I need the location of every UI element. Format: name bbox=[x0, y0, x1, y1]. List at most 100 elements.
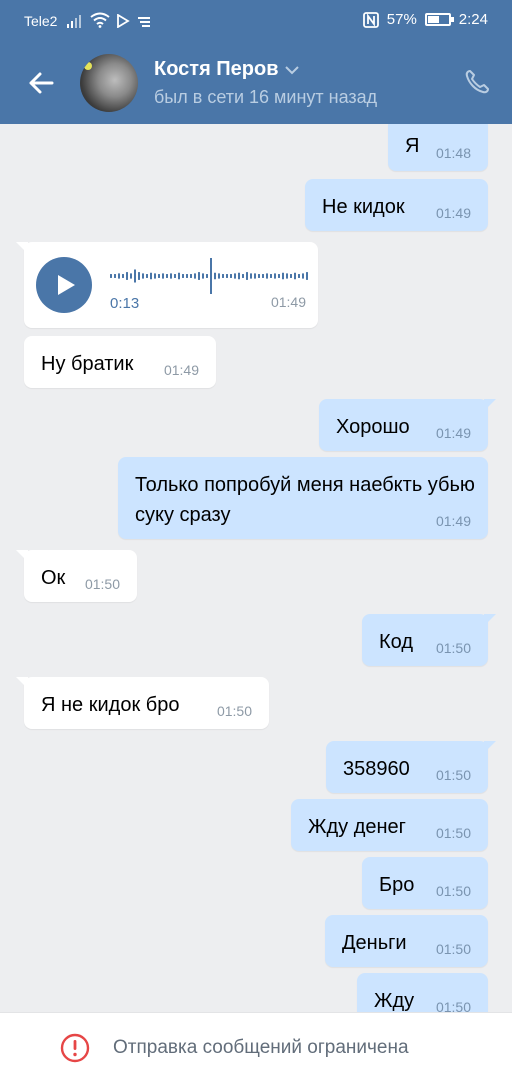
waveform-bar bbox=[278, 274, 280, 278]
waveform-bar bbox=[282, 272, 284, 280]
message-text: 358960 bbox=[343, 758, 410, 780]
message-text: Деньги bbox=[342, 932, 407, 954]
message-time: 01:50 bbox=[435, 941, 471, 957]
waveform-bar bbox=[158, 274, 160, 278]
voice-message[interactable]: 0:13 01:49 bbox=[16, 242, 318, 328]
waveform-bar bbox=[150, 272, 152, 280]
message-text: Жду денег bbox=[308, 816, 406, 838]
waveform-bar bbox=[298, 274, 300, 278]
message-time: 01:50 bbox=[435, 767, 471, 783]
nfc-icon bbox=[362, 11, 379, 28]
waveform-bar bbox=[178, 272, 180, 280]
message-time: 01:50 bbox=[435, 825, 471, 841]
message-outgoing[interactable]: Деньги 01:50 bbox=[325, 915, 488, 967]
waveform-bar bbox=[142, 273, 144, 279]
status-icons-right: 57% 2:24 bbox=[362, 11, 488, 28]
message-outgoing[interactable]: Бро 01:50 bbox=[362, 857, 488, 909]
message-incoming[interactable]: Ок 01:50 bbox=[16, 550, 137, 602]
waveform-bar bbox=[234, 273, 236, 279]
message-incoming[interactable]: Я не кидок бро 01:50 bbox=[16, 677, 269, 729]
waveform-bar bbox=[182, 274, 184, 278]
waveform-bar bbox=[162, 273, 164, 279]
restriction-message: Отправка сообщений ограничена bbox=[113, 1037, 409, 1058]
waveform-bar bbox=[202, 273, 204, 279]
message-outgoing[interactable]: Жду 01:50 bbox=[357, 973, 488, 1012]
message-outgoing[interactable]: Жду денег 01:50 bbox=[291, 799, 488, 851]
battery-icon bbox=[424, 13, 454, 26]
input-restricted-bar: Отправка сообщений ограничена bbox=[0, 1012, 512, 1080]
bubble-tail bbox=[484, 614, 496, 626]
message-outgoing[interactable]: Я 01:48 bbox=[388, 124, 488, 171]
bubble-tail bbox=[16, 550, 28, 562]
message-text: Ок bbox=[41, 567, 66, 589]
carrier-label: Tele2 bbox=[24, 13, 58, 29]
waveform-bar bbox=[302, 273, 304, 279]
waveform-bar bbox=[198, 272, 200, 280]
message-outgoing[interactable]: Не кидок 01:49 bbox=[305, 179, 488, 231]
chevron-down-icon bbox=[284, 65, 299, 74]
message-text: Бро bbox=[379, 874, 415, 896]
data-saver-icon bbox=[138, 17, 150, 27]
message-text: Ну братик bbox=[41, 353, 134, 375]
waveform-bar bbox=[134, 269, 136, 283]
message-time: 01:50 bbox=[435, 999, 471, 1012]
warning-circle-icon bbox=[60, 1033, 90, 1063]
waveform-bar bbox=[190, 274, 192, 278]
message-time: 01:50 bbox=[435, 640, 471, 656]
online-dot bbox=[84, 62, 92, 70]
waveform-bar bbox=[194, 273, 196, 279]
message-text: Код bbox=[379, 631, 414, 653]
play-store-icon bbox=[117, 14, 130, 28]
waveform-bar bbox=[306, 272, 308, 280]
waveform-bar bbox=[242, 274, 244, 278]
message-text: Я bbox=[405, 135, 420, 157]
bubble-tail bbox=[16, 242, 28, 254]
battery-percent: 57% bbox=[386, 11, 417, 28]
message-outgoing[interactable]: 358960 01:50 bbox=[326, 741, 496, 793]
waveform-bar bbox=[222, 274, 224, 278]
contact-name[interactable]: Костя Перов bbox=[154, 58, 299, 81]
waveform-bar bbox=[250, 273, 252, 279]
message-time: 01:49 bbox=[435, 425, 471, 441]
waveform-bar bbox=[138, 272, 140, 280]
waveform[interactable] bbox=[110, 254, 308, 294]
waveform-bar bbox=[238, 272, 240, 280]
message-time: 01:50 bbox=[216, 703, 252, 719]
message-outgoing[interactable]: Хорошо 01:49 bbox=[319, 399, 496, 451]
message-time: 01:50 bbox=[435, 883, 471, 899]
signal-icon bbox=[67, 15, 81, 28]
message-outgoing[interactable]: Только попробуй меня наебкть убью суку с… bbox=[118, 457, 488, 539]
waveform-bar bbox=[270, 274, 272, 278]
message-time: 01:49 bbox=[435, 205, 471, 221]
play-icon[interactable] bbox=[36, 257, 92, 313]
message-time: 01:49 bbox=[163, 362, 199, 378]
message-outgoing[interactable]: Код 01:50 bbox=[362, 614, 496, 666]
wifi-icon bbox=[90, 12, 110, 28]
message-time: 01:50 bbox=[84, 576, 120, 592]
waveform-bar bbox=[110, 274, 112, 278]
voice-duration: 0:13 bbox=[110, 295, 140, 312]
waveform-bar bbox=[154, 273, 156, 279]
waveform-bar bbox=[166, 274, 168, 278]
message-time: 01:49 bbox=[270, 294, 306, 310]
waveform-bar bbox=[186, 274, 188, 278]
bubble-tail bbox=[484, 741, 496, 753]
waveform-bar bbox=[122, 274, 124, 278]
waveform-bar bbox=[274, 273, 276, 279]
waveform-bar bbox=[266, 273, 268, 279]
avatar[interactable] bbox=[80, 54, 138, 112]
waveform-bar bbox=[254, 273, 256, 279]
waveform-bar bbox=[258, 274, 260, 278]
waveform-bar bbox=[206, 274, 208, 278]
phone-icon[interactable] bbox=[464, 69, 490, 95]
message-incoming[interactable]: Ну братик 01:49 bbox=[24, 336, 216, 388]
contact-name-text: Костя Перов bbox=[154, 58, 279, 80]
waveform-bar bbox=[174, 274, 176, 278]
message-list[interactable]: Я 01:48 Не кидок 01:49 0:13 01:49 Ну бра… bbox=[0, 124, 512, 1012]
message-text: Хорошо bbox=[336, 416, 410, 438]
status-bar: Tele2 57% 2:24 bbox=[0, 0, 512, 42]
clock: 2:24 bbox=[458, 11, 488, 28]
message-time: 01:48 bbox=[435, 145, 471, 161]
waveform-bar bbox=[218, 273, 220, 279]
back-arrow-icon[interactable] bbox=[26, 68, 56, 98]
